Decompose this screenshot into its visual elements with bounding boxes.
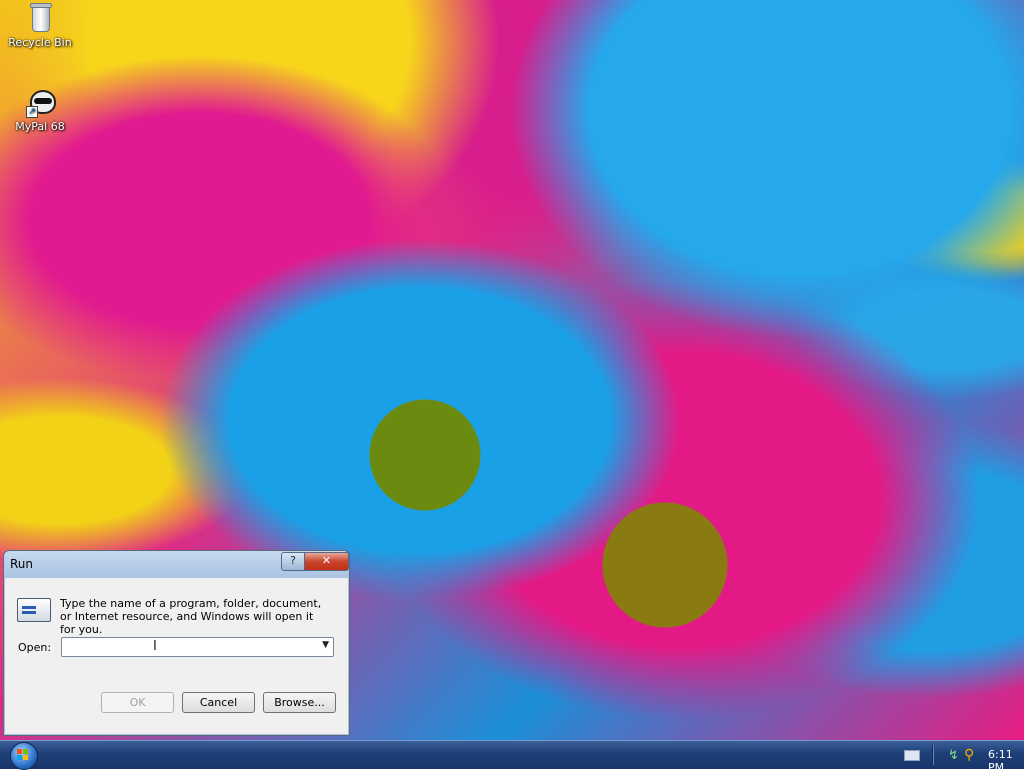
recycle-bin-icon: [24, 2, 56, 34]
run-program-icon: [17, 598, 51, 622]
run-dialog: Run ? ✕ Type the name of a program, fold…: [3, 550, 350, 736]
recycle-bin-label: Recycle Bin: [8, 36, 72, 49]
open-combobox[interactable]: I ▼: [61, 637, 334, 657]
cancel-button[interactable]: Cancel: [182, 692, 255, 713]
recycle-bin-shortcut[interactable]: Recycle Bin: [2, 2, 78, 49]
browse-button[interactable]: Browse...: [263, 692, 336, 713]
mypal-shortcut[interactable]: ↗ MyPal 68: [2, 86, 78, 133]
help-button[interactable]: ?: [281, 552, 305, 571]
mypal-icon: ↗: [24, 86, 56, 118]
windows-logo-icon: [17, 749, 29, 761]
keyboard-icon[interactable]: [904, 750, 920, 761]
text-cursor-icon: I: [153, 639, 157, 654]
run-titlebar[interactable]: Run ? ✕: [4, 551, 349, 578]
search-icon[interactable]: ⚲: [964, 747, 974, 763]
network-icon[interactable]: ↯: [948, 748, 959, 763]
open-label: Open:: [18, 641, 52, 654]
clock[interactable]: 6:11 PM: [988, 748, 1024, 774]
run-body: Type the name of a program, folder, docu…: [9, 578, 342, 728]
ok-button[interactable]: OK: [101, 692, 174, 713]
start-button[interactable]: [6, 741, 42, 770]
run-description: Type the name of a program, folder, docu…: [60, 597, 322, 636]
open-input[interactable]: [65, 639, 305, 655]
mypal-label: MyPal 68: [15, 120, 65, 133]
shortcut-arrow-icon: ↗: [26, 106, 38, 118]
tray-divider: [932, 745, 933, 765]
close-button[interactable]: ✕: [304, 552, 349, 571]
chevron-down-icon[interactable]: ▼: [322, 640, 329, 650]
taskbar: ↯ ⚲ 6:11 PM: [0, 740, 1024, 774]
dialog-title: Run: [10, 557, 34, 571]
system-tray: ↯ ⚲ 6:11 PM: [874, 741, 1024, 774]
